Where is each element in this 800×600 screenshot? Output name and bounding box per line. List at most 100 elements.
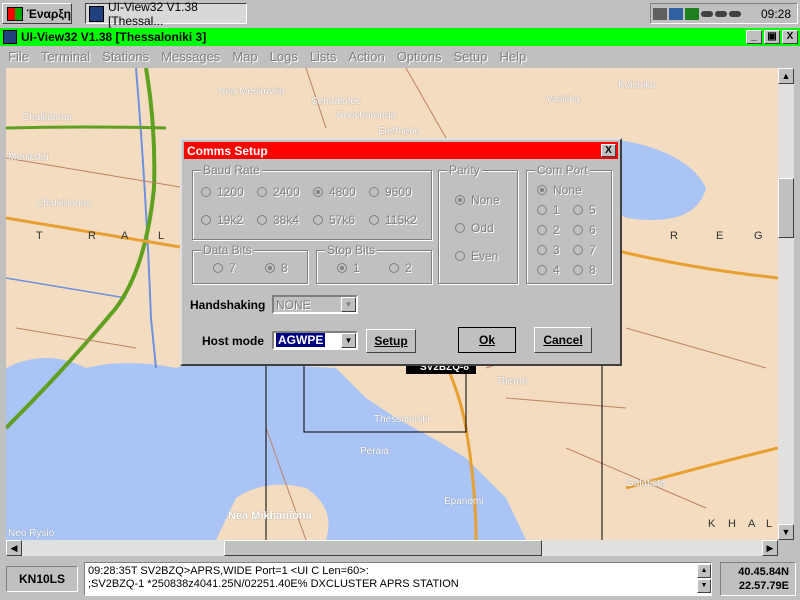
data-bits-8-radio[interactable]: 8 [265, 261, 288, 275]
horizontal-scroll-thumb[interactable] [224, 540, 542, 556]
com-5-radio[interactable]: 5 [573, 203, 596, 217]
cancel-button[interactable]: Cancel [534, 327, 592, 353]
baud-2400-radio[interactable]: 2400 [257, 185, 300, 199]
baud-4800-radio[interactable]: 4800 [313, 185, 356, 199]
baud-19k2-radio[interactable]: 19k2 [201, 213, 243, 227]
parity-none-radio[interactable]: None [455, 193, 500, 207]
menu-messages[interactable]: Messages [161, 49, 220, 64]
scroll-down-arrow-icon[interactable]: ▼ [778, 524, 794, 540]
data-bits-7-radio[interactable]: 7 [213, 261, 236, 275]
chevron-down-icon[interactable]: ▼ [341, 297, 356, 312]
restore-button[interactable]: ▣ [764, 30, 780, 44]
com-none-radio[interactable]: None [537, 183, 582, 197]
stop-bits-group: Stop Bits 1 2 [316, 243, 432, 284]
region-letter: A [121, 230, 130, 242]
clock[interactable]: 09:28 [761, 7, 791, 21]
close-button[interactable]: X [782, 30, 798, 44]
region-letter: K [708, 518, 717, 530]
region-letter: A [748, 518, 757, 530]
menu-setup[interactable]: Setup [454, 49, 488, 64]
map-label: Chalkidona [22, 112, 73, 123]
tray-modem-icon[interactable] [701, 10, 713, 17]
minimize-button[interactable]: _ [746, 30, 762, 44]
host-mode-select[interactable]: AGWPE ▼ [272, 331, 358, 350]
com-2-radio[interactable]: 2 [537, 223, 560, 237]
map-horizontal-scrollbar[interactable]: ◀ ▶ [6, 540, 778, 556]
ok-button[interactable]: Ok [458, 327, 516, 353]
vertical-scroll-thumb[interactable] [778, 178, 794, 238]
dialog-title: Comms Setup [187, 143, 268, 158]
menu-stations[interactable]: Stations [102, 49, 149, 64]
host-mode-value: AGWPE [276, 333, 326, 347]
map-label: Chalkidonos [36, 198, 92, 209]
baud-rate-title: Baud Rate [201, 163, 262, 177]
com-8-radio[interactable]: 8 [573, 263, 596, 277]
menu-logs[interactable]: Logs [270, 49, 298, 64]
map-label: Koichiko [618, 80, 656, 91]
tray-modem2-icon[interactable] [715, 10, 727, 17]
start-button-label: Έναρξη [26, 6, 71, 21]
stop-bits-1-radio[interactable]: 1 [337, 261, 360, 275]
parity-even-radio[interactable]: Even [455, 249, 498, 263]
baud-57k6-radio[interactable]: 57k6 [313, 213, 355, 227]
packet-log[interactable]: 09:28:35T SV2BZQ>APRS,WIDE Port=1 <UI C … [84, 562, 712, 596]
region-letter: E [716, 230, 725, 242]
comms-setup-dialog: Comms Setup X Baud Rate 1200 2400 4800 9… [180, 138, 622, 366]
tray-network-icon[interactable] [653, 7, 667, 20]
tray-app-icon[interactable] [669, 7, 683, 20]
data-bits-group: Data Bits 7 8 [192, 243, 308, 284]
window-titlebar: UI-View32 V1.38 [Thessaloniki 3] _ ▣ X [0, 28, 800, 46]
windows-logo-icon [7, 6, 23, 21]
menu-terminal[interactable]: Terminal [41, 49, 90, 64]
com-6-radio[interactable]: 6 [573, 223, 596, 237]
menu-lists[interactable]: Lists [310, 49, 337, 64]
menu-file[interactable]: File [8, 49, 29, 64]
parity-group: Parity None Odd Even [438, 163, 518, 284]
baud-9600-radio[interactable]: 9600 [369, 185, 412, 199]
map-label: Neo Rysio [8, 528, 55, 539]
com-7-radio[interactable]: 7 [573, 243, 596, 257]
map-label: Neochorouda [336, 110, 397, 121]
scroll-down-arrow-icon[interactable]: ▼ [697, 579, 711, 593]
com-1-radio[interactable]: 1 [537, 203, 560, 217]
chevron-down-icon[interactable]: ▼ [341, 333, 356, 348]
longitude: 22.57.79E [738, 580, 789, 592]
parity-odd-radio[interactable]: Odd [455, 221, 494, 235]
menu-action[interactable]: Action [349, 49, 385, 64]
start-button[interactable]: Έναρξη [2, 3, 72, 24]
com-4-radio[interactable]: 4 [537, 263, 560, 277]
tray-modem3-icon[interactable] [729, 10, 741, 17]
taskbar-app-uiview[interactable]: UI-View32 V1.38 [Thessal... [85, 0, 247, 28]
baud-115k2-radio[interactable]: 115k2 [369, 213, 417, 227]
com-port-title: Com Port [535, 163, 590, 177]
map-label: Vasilika [546, 94, 580, 105]
baud-1200-radio[interactable]: 1200 [201, 185, 244, 199]
menu-options[interactable]: Options [397, 49, 442, 64]
dialog-close-button[interactable]: X [601, 144, 616, 157]
map-label: Sendalofos [311, 96, 362, 107]
menu-help[interactable]: Help [499, 49, 526, 64]
tray-monitor-icon[interactable] [685, 7, 699, 20]
log-scrollbar[interactable]: ▲ ▼ [697, 564, 711, 594]
uiview-app-icon [89, 5, 104, 22]
scroll-left-arrow-icon[interactable]: ◀ [6, 540, 22, 556]
region-letter: H [728, 518, 737, 530]
map-vertical-scrollbar[interactable]: ▲ ▼ [778, 68, 794, 540]
baud-38k4-radio[interactable]: 38k4 [257, 213, 299, 227]
scroll-up-arrow-icon[interactable]: ▲ [697, 564, 711, 578]
setup-button[interactable]: Setup [366, 329, 416, 353]
map-label: Thessaloniki [374, 414, 430, 425]
menu-map[interactable]: Map [232, 49, 257, 64]
stop-bits-2-radio[interactable]: 2 [389, 261, 412, 275]
baud-rate-group: Baud Rate 1200 2400 4800 9600 19k2 38k4 … [192, 163, 432, 240]
region-letter: T [36, 230, 44, 242]
region-letter: R [88, 230, 97, 242]
region-letter: L [158, 230, 166, 242]
scroll-right-arrow-icon[interactable]: ▶ [762, 540, 778, 556]
com-3-radio[interactable]: 3 [537, 243, 560, 257]
com-port-group: Com Port None 1 5 2 6 3 7 4 8 [526, 163, 612, 284]
map-label: Peraia [360, 446, 389, 457]
handshaking-select[interactable]: NONE ▼ [272, 295, 358, 314]
scroll-up-arrow-icon[interactable]: ▲ [778, 68, 794, 84]
window-app-icon[interactable] [3, 30, 17, 44]
